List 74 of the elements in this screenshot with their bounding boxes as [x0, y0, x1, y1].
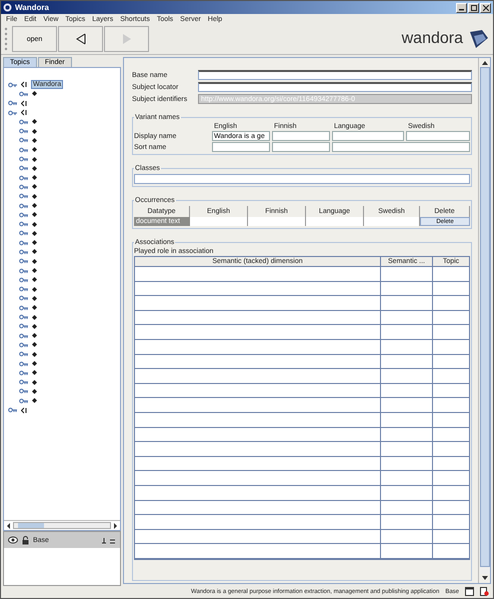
scroll-thumb[interactable]: [480, 67, 490, 567]
maximize-icon: [470, 4, 476, 10]
key-icon[interactable]: [19, 156, 29, 162]
minimize-button[interactable]: [456, 2, 467, 12]
occurrence-field[interactable]: [190, 217, 248, 226]
text-field[interactable]: [198, 70, 472, 80]
logo-text: wandora: [402, 30, 463, 48]
forward-icon: [120, 33, 132, 45]
back-icon: [74, 33, 86, 45]
window-title: Wandora: [15, 3, 50, 12]
topic-icon: [21, 406, 28, 414]
key-icon[interactable]: [19, 304, 29, 311]
key-icon[interactable]: [19, 268, 29, 274]
key-icon[interactable]: [8, 110, 18, 116]
name-field[interactable]: [332, 142, 470, 152]
key-icon[interactable]: [19, 174, 29, 181]
key-icon[interactable]: [19, 370, 29, 376]
stop-icon[interactable]: [480, 587, 489, 596]
window-icon[interactable]: [465, 587, 474, 596]
key-icon[interactable]: [19, 146, 29, 153]
scroll-thumb[interactable]: [18, 523, 44, 528]
close-icon: [482, 4, 488, 10]
key-icon[interactable]: [19, 332, 29, 339]
key-icon[interactable]: [19, 314, 29, 320]
key-icon[interactable]: [19, 90, 29, 97]
key-icon[interactable]: [19, 286, 29, 292]
key-icon[interactable]: [19, 398, 29, 404]
lock-icon[interactable]: [22, 536, 29, 544]
key-icon[interactable]: [19, 342, 29, 348]
key-icon[interactable]: [19, 240, 29, 246]
key-icon[interactable]: [19, 165, 29, 172]
occurrence-field[interactable]: [306, 217, 364, 226]
horizontal-scrollbar[interactable]: [4, 520, 120, 530]
topic-icon: [21, 109, 28, 116]
occurrence-field[interactable]: [364, 217, 420, 226]
key-icon[interactable]: [8, 82, 18, 88]
toolbar-grip-icon: [4, 26, 8, 52]
occurrence-field[interactable]: [248, 217, 306, 226]
key-icon[interactable]: [19, 360, 29, 367]
layer-settings-icon[interactable]: [102, 536, 116, 544]
key-icon[interactable]: [19, 295, 29, 302]
diamond-icon: [32, 91, 37, 96]
key-icon[interactable]: [19, 137, 29, 144]
vertical-scrollbar[interactable]: [478, 58, 490, 583]
key-icon[interactable]: [19, 258, 29, 264]
key-icon[interactable]: [19, 323, 29, 330]
topic-icon: [21, 81, 28, 88]
topic-icon: [21, 100, 28, 107]
name-field[interactable]: [272, 131, 330, 141]
key-icon[interactable]: [8, 407, 18, 414]
name-field[interactable]: [406, 131, 470, 141]
name-field[interactable]: [332, 131, 404, 141]
key-icon[interactable]: [19, 212, 29, 218]
key-icon[interactable]: [19, 276, 29, 283]
close-button[interactable]: [480, 2, 491, 12]
key-icon[interactable]: [19, 202, 29, 208]
key-icon[interactable]: [19, 388, 29, 394]
logo-icon: [468, 28, 490, 50]
key-icon[interactable]: [19, 248, 29, 255]
name-field[interactable]: [212, 142, 270, 152]
key-icon[interactable]: [8, 100, 18, 106]
key-icon[interactable]: [19, 230, 29, 236]
key-icon[interactable]: [19, 221, 29, 228]
key-icon[interactable]: [19, 379, 29, 386]
text-field[interactable]: [198, 82, 472, 92]
back-button[interactable]: [58, 26, 103, 52]
key-icon[interactable]: [19, 128, 29, 134]
key-icon[interactable]: [19, 118, 29, 125]
key-icon[interactable]: [19, 193, 29, 200]
key-icon[interactable]: [19, 351, 29, 358]
key-icon[interactable]: [19, 184, 29, 190]
maximize-button[interactable]: [468, 2, 479, 12]
eye-icon[interactable]: [8, 536, 18, 544]
name-field[interactable]: [272, 142, 330, 152]
